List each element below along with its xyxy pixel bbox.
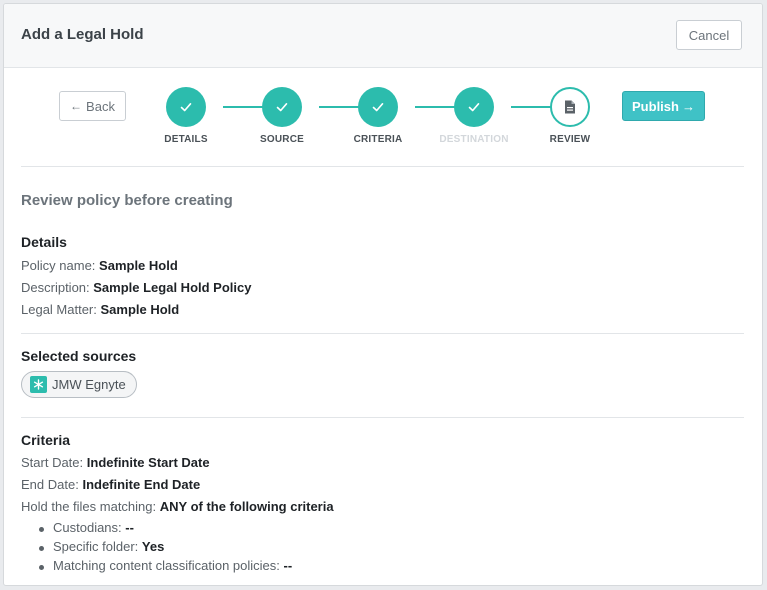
divider <box>21 417 744 418</box>
row-value: Indefinite End Date <box>82 477 201 492</box>
row-label: Legal Matter: <box>21 302 97 317</box>
row-value: -- <box>125 520 134 535</box>
criteria-heading: Criteria <box>21 432 71 448</box>
row-value: Indefinite Start Date <box>86 455 210 470</box>
step-review[interactable] <box>550 87 590 127</box>
criteria-row-matching: Hold the files matching: ANY of the foll… <box>21 499 334 514</box>
step-label-source: SOURCE <box>260 134 304 145</box>
check-icon <box>372 103 384 112</box>
step-label-details: DETAILS <box>164 134 208 145</box>
step-details[interactable] <box>166 87 206 127</box>
check-icon <box>180 103 192 112</box>
row-value: Sample Legal Hold Policy <box>93 280 252 295</box>
row-value: Sample Hold <box>99 258 178 273</box>
document-icon <box>565 100 575 114</box>
list-item: Specific folder: Yes <box>37 539 292 558</box>
step-criteria[interactable] <box>358 87 398 127</box>
back-label: Back <box>86 98 115 114</box>
row-value: ANY of the following criteria <box>159 499 334 514</box>
arrow-right-icon: → <box>681 98 695 114</box>
row-label: Matching content classification policies… <box>53 558 280 573</box>
detail-row-policy-name: Policy name: Sample Hold <box>21 258 178 273</box>
modal-title: Add a Legal Hold <box>21 26 144 43</box>
row-value: Sample Hold <box>100 302 180 317</box>
row-value: Yes <box>141 539 165 554</box>
criteria-row-start-date: Start Date: Indefinite Start Date <box>21 455 210 470</box>
step-label-destination: DESTINATION <box>439 134 509 145</box>
egnyte-icon <box>30 376 47 393</box>
criteria-list: Custodians: -- Specific folder: Yes Matc… <box>37 520 292 577</box>
step-destination[interactable] <box>454 87 494 127</box>
row-label: Description: <box>21 280 90 295</box>
detail-row-description: Description: Sample Legal Hold Policy <box>21 280 251 295</box>
step-label-criteria: CRITERIA <box>353 134 403 145</box>
step-label-review: REVIEW <box>549 134 591 145</box>
criteria-row-end-date: End Date: Indefinite End Date <box>21 477 200 492</box>
list-item: Custodians: -- <box>37 520 292 539</box>
sources-heading: Selected sources <box>21 348 137 364</box>
wizard-stepper: ← Back DETAILS SOURCE CRITERIA DESTINATI… <box>21 68 744 167</box>
source-chip[interactable]: JMW Egnyte <box>21 371 137 398</box>
add-legal-hold-modal: Add a Legal Hold Cancel ← Back DETAILS S… <box>3 3 763 586</box>
source-chip-label: JMW Egnyte <box>52 377 126 392</box>
row-label: End Date: <box>21 477 79 492</box>
divider <box>21 333 744 334</box>
list-item: Matching content classification policies… <box>37 558 292 577</box>
row-label: Custodians: <box>53 520 122 535</box>
back-button[interactable]: ← Back <box>59 91 126 121</box>
row-label: Start Date: <box>21 455 84 470</box>
detail-row-legal-matter: Legal Matter: Sample Hold <box>21 302 179 317</box>
details-heading: Details <box>21 234 67 250</box>
review-title: Review policy before creating <box>21 192 233 209</box>
check-icon <box>276 103 288 112</box>
check-icon <box>468 103 480 112</box>
row-label: Policy name: <box>21 258 96 273</box>
publish-button[interactable]: Publish → <box>622 91 705 121</box>
row-value: -- <box>283 558 293 573</box>
cancel-button[interactable]: Cancel <box>676 20 742 50</box>
row-label: Hold the files matching: <box>21 499 157 514</box>
publish-label: Publish <box>632 98 679 114</box>
step-source[interactable] <box>262 87 302 127</box>
row-label: Specific folder: <box>53 539 139 554</box>
arrow-left-icon: ← <box>70 99 83 113</box>
modal-header: Add a Legal Hold Cancel <box>4 4 762 68</box>
